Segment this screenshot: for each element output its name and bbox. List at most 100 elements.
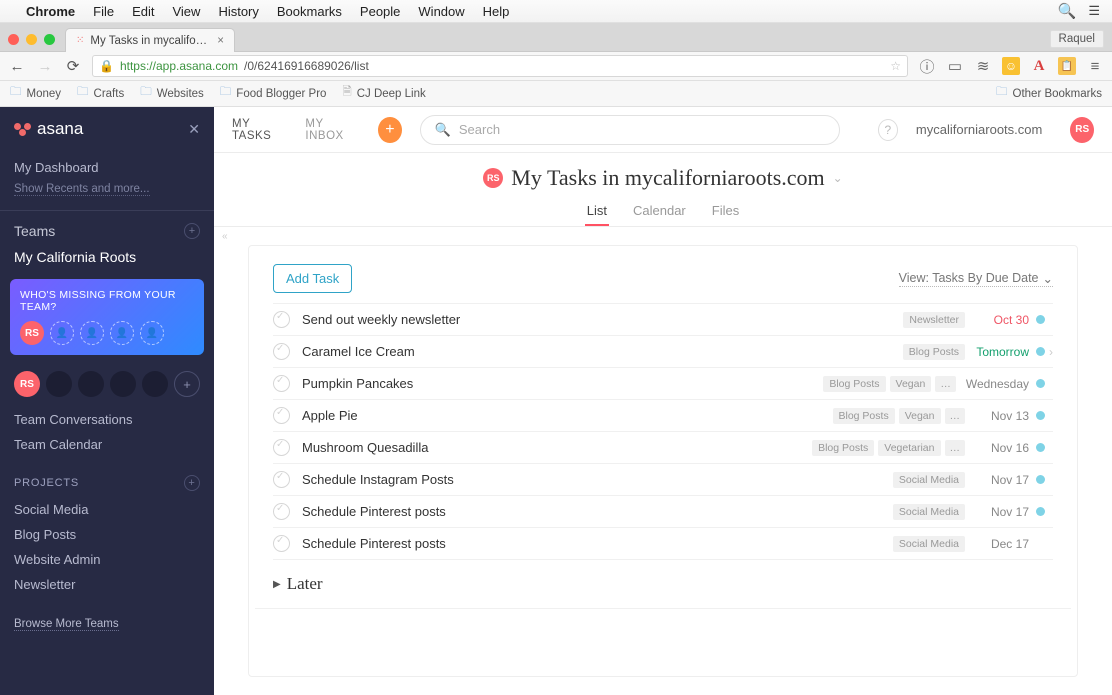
menu-edit[interactable]: Edit — [132, 4, 154, 19]
back-icon[interactable]: ← — [8, 58, 26, 75]
bookmark-crafts[interactable]: 🗀Crafts — [77, 84, 124, 103]
help-icon[interactable]: ? — [878, 119, 898, 141]
task-row[interactable]: Apple PieBlog PostsVegan…Nov 13› — [273, 400, 1053, 432]
menu-file[interactable]: File — [93, 4, 114, 19]
browser-tab[interactable]: ⁙ My Tasks in mycaliforniaroo × — [65, 28, 235, 52]
task-tag[interactable]: Social Media — [893, 504, 965, 520]
menu-people[interactable]: People — [360, 4, 400, 19]
menu-bookmarks[interactable]: Bookmarks — [277, 4, 342, 19]
user-avatar[interactable]: RS — [14, 371, 40, 397]
sidebar-recents-toggle[interactable]: Show Recents and more... — [14, 183, 150, 196]
tab-my-inbox[interactable]: MY INBOX — [305, 118, 360, 142]
bookmark-star-icon[interactable]: ☆ — [890, 59, 901, 73]
sidebar-team-calendar[interactable]: Team Calendar — [14, 432, 200, 457]
complete-checkbox-icon[interactable] — [273, 343, 290, 360]
add-member-icon[interactable]: + — [174, 371, 200, 397]
workspace-name[interactable]: mycaliforniaroots.com — [916, 122, 1042, 137]
complete-checkbox-icon[interactable] — [273, 503, 290, 520]
menu-app[interactable]: Chrome — [26, 4, 75, 19]
member-placeholder-icon[interactable]: 👤 — [140, 321, 164, 345]
expand-panel-icon[interactable]: « — [222, 231, 228, 242]
chrome-menu-icon[interactable]: ≡ — [1086, 57, 1104, 75]
sidebar-browse-teams[interactable]: Browse More Teams — [14, 618, 119, 631]
sidebar-collapse-icon[interactable]: ✕ — [188, 121, 200, 138]
sidebar-project-social[interactable]: Social Media — [0, 497, 214, 522]
more-tags-icon[interactable]: … — [945, 408, 966, 424]
window-minimize-icon[interactable] — [26, 34, 37, 45]
sidebar-project-website[interactable]: Website Admin — [0, 547, 214, 572]
task-row[interactable]: Caramel Ice CreamBlog PostsTomorrow› — [273, 336, 1053, 368]
page-tab-files[interactable]: Files — [710, 197, 741, 226]
complete-checkbox-icon[interactable] — [273, 535, 290, 552]
menu-view[interactable]: View — [172, 4, 200, 19]
task-row[interactable]: Schedule Instagram PostsSocial MediaNov … — [273, 464, 1053, 496]
section-later[interactable]: ▶ Later — [255, 560, 1071, 609]
task-row[interactable]: Schedule Pinterest postsSocial MediaNov … — [273, 496, 1053, 528]
bookmark-fbp[interactable]: 🗀Food Blogger Pro — [220, 84, 327, 103]
ext-smile-icon[interactable]: ☺ — [1002, 57, 1020, 75]
ext-info-icon[interactable]: ⓘ — [918, 57, 936, 75]
member-avatar[interactable]: RS — [20, 321, 44, 345]
tab-my-tasks[interactable]: MY TASKS — [232, 118, 287, 142]
window-zoom-icon[interactable] — [44, 34, 55, 45]
menu-help[interactable]: Help — [483, 4, 510, 19]
sidebar-project-blog[interactable]: Blog Posts — [0, 522, 214, 547]
menu-history[interactable]: History — [218, 4, 258, 19]
member-placeholder-icon[interactable]: 👤 — [80, 321, 104, 345]
reload-icon[interactable]: ⟳ — [64, 57, 82, 75]
ext-cast-icon[interactable]: ▭ — [946, 57, 964, 75]
member-placeholder-icon[interactable]: 👤 — [110, 321, 134, 345]
complete-checkbox-icon[interactable] — [273, 375, 290, 392]
ext-a-icon[interactable]: A — [1030, 57, 1048, 75]
bookmark-money[interactable]: 🗀Money — [10, 84, 61, 103]
sidebar-team-name[interactable]: My California Roots — [0, 245, 214, 269]
member-slot[interactable] — [142, 371, 168, 397]
chevron-right-icon[interactable]: › — [1049, 345, 1053, 359]
title-dropdown-icon[interactable]: ⌄ — [833, 171, 843, 185]
task-tag[interactable]: Blog Posts — [823, 376, 885, 392]
task-tag[interactable]: Social Media — [893, 472, 965, 488]
menu-list-icon[interactable]: ☰ — [1088, 3, 1100, 19]
member-slot[interactable] — [110, 371, 136, 397]
add-team-icon[interactable]: + — [184, 223, 200, 239]
team-invite-card[interactable]: WHO'S MISSING FROM YOUR TEAM? RS 👤 👤 👤 👤 — [10, 279, 204, 355]
quick-add-button[interactable]: + — [378, 117, 402, 143]
chrome-profile-button[interactable]: Raquel — [1050, 30, 1104, 48]
user-avatar[interactable]: RS — [1070, 117, 1094, 143]
asana-logo[interactable]: asana — [14, 119, 83, 139]
task-row[interactable]: Pumpkin PancakesBlog PostsVegan…Wednesda… — [273, 368, 1053, 400]
menu-window[interactable]: Window — [418, 4, 464, 19]
task-tag[interactable]: Blog Posts — [903, 344, 965, 360]
member-placeholder-icon[interactable]: 👤 — [50, 321, 74, 345]
address-bar[interactable]: 🔒 https://app.asana.com/0/62416916689026… — [92, 55, 908, 77]
complete-checkbox-icon[interactable] — [273, 407, 290, 424]
complete-checkbox-icon[interactable] — [273, 471, 290, 488]
more-tags-icon[interactable]: … — [945, 440, 966, 456]
complete-checkbox-icon[interactable] — [273, 439, 290, 456]
forward-icon[interactable]: → — [36, 58, 54, 75]
add-task-button[interactable]: Add Task — [273, 264, 352, 293]
task-tag[interactable]: Blog Posts — [833, 408, 895, 424]
sidebar-dashboard[interactable]: My Dashboard — [14, 155, 200, 180]
bookmark-other[interactable]: 🗀Other Bookmarks — [996, 84, 1102, 103]
search-input[interactable]: 🔍 Search — [420, 115, 840, 145]
member-slot[interactable] — [46, 371, 72, 397]
ext-note-icon[interactable]: 📋 — [1058, 57, 1076, 75]
member-slot[interactable] — [78, 371, 104, 397]
task-tag[interactable]: Blog Posts — [812, 440, 874, 456]
task-tag[interactable]: Vegan — [899, 408, 941, 424]
spotlight-icon[interactable]: 🔍 — [1058, 2, 1077, 20]
task-tag[interactable]: Newsletter — [903, 312, 965, 328]
sidebar-project-newsletter[interactable]: Newsletter — [0, 572, 214, 597]
window-close-icon[interactable] — [8, 34, 19, 45]
bookmark-websites[interactable]: 🗀Websites — [140, 84, 204, 103]
task-row[interactable]: Send out weekly newsletterNewsletterOct … — [273, 303, 1053, 336]
view-selector[interactable]: View: Tasks By Due Date ⌄ — [899, 271, 1053, 287]
bookmark-cj[interactable]: 🗎CJ Deep Link — [342, 84, 425, 103]
ext-buffer-icon[interactable]: ≋ — [974, 57, 992, 75]
task-tag[interactable]: Vegan — [890, 376, 932, 392]
add-project-icon[interactable]: + — [184, 475, 200, 491]
task-row[interactable]: Schedule Pinterest postsSocial MediaDec … — [273, 528, 1053, 560]
sidebar-team-conversations[interactable]: Team Conversations — [14, 407, 200, 432]
page-tab-calendar[interactable]: Calendar — [631, 197, 688, 226]
